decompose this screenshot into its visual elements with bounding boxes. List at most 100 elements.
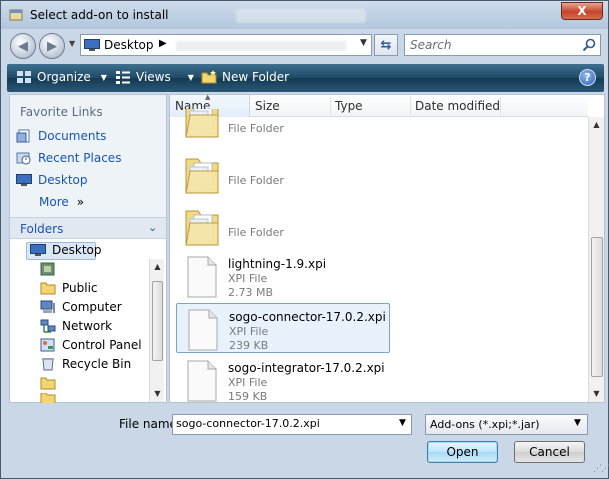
recycle-bin-icon: [42, 358, 54, 371]
back-button[interactable]: ◀: [10, 33, 36, 59]
file-list-item-selected[interactable]: sogo-connector-17.0.2.xpi XPI File 239 K…: [176, 303, 390, 353]
address-dropdown-icon[interactable]: ▼: [360, 38, 367, 48]
file-type-filter-select[interactable]: Add-ons (*.xpi;*.jar) ▼: [425, 414, 588, 435]
favorite-documents[interactable]: Documents: [16, 129, 106, 143]
file-list-scroll-thumb[interactable]: [591, 237, 603, 377]
favorite-documents-label: Documents: [38, 129, 107, 143]
folders-header[interactable]: Folders ⌄: [10, 217, 166, 239]
organize-icon: [17, 71, 31, 83]
file-list-item-folder[interactable]: File Folder: [176, 109, 390, 147]
breadcrumb-arrow-icon[interactable]: ▶: [159, 38, 167, 49]
scroll-down-arrow-icon[interactable]: ▼: [589, 386, 604, 400]
file-type: File Folder: [228, 122, 284, 135]
file-type: XPI File: [228, 376, 268, 389]
favorite-more-label: More: [39, 195, 69, 209]
file-name: sogo-integrator-17.0.2.xpi: [228, 361, 385, 375]
folders-scroll-thumb[interactable]: [152, 281, 163, 361]
file-size: 2.73 MB: [228, 286, 274, 299]
forward-arrow-icon: ▶: [47, 38, 57, 54]
address-location: Desktop: [104, 38, 154, 52]
column-divider: [410, 97, 411, 115]
favorite-links-title: Favorite Links: [20, 105, 103, 119]
tree-item-label: Recycle Bin: [62, 357, 132, 371]
desktop-icon: [16, 174, 32, 186]
views-button[interactable]: Views ▼: [115, 70, 194, 84]
filter-dropdown-icon: ▼: [574, 418, 581, 428]
open-button[interactable]: Open: [427, 441, 498, 463]
title-bar-ghost: [236, 9, 366, 23]
file-icon: [187, 256, 217, 298]
favorite-links-section: Favorite Links Documents Recent Places D…: [10, 95, 166, 217]
column-date-modified[interactable]: Date modified: [415, 99, 500, 113]
file-list-pane: ▲ Name Size Type Date modified File Fold…: [169, 93, 605, 405]
tree-item-control-panel[interactable]: Control Panel: [40, 338, 142, 352]
file-list-item-folder[interactable]: File Folder: [176, 149, 390, 199]
navigation-pane: Favorite Links Documents Recent Places D…: [9, 94, 167, 403]
app-icon: [9, 9, 23, 21]
file-list-scrollbar[interactable]: ▲ ▼: [588, 117, 604, 402]
scroll-up-arrow-icon[interactable]: ▲: [589, 117, 604, 131]
tree-item-user[interactable]: [40, 262, 62, 276]
file-type: File Folder: [228, 174, 284, 187]
organize-label: Organize: [37, 70, 91, 84]
column-divider: [500, 97, 501, 115]
favorite-recent-places[interactable]: Recent Places: [16, 151, 121, 165]
search-input[interactable]: Search: [404, 34, 601, 56]
file-list-item-folder[interactable]: File Folder: [176, 201, 390, 251]
file-type: XPI File: [228, 272, 268, 285]
file-name: sogo-connector-17.0.2.xpi: [229, 310, 386, 324]
tree-item-label: Control Panel: [62, 338, 142, 352]
tree-item-folder[interactable]: [40, 376, 62, 390]
file-name-dropdown-icon[interactable]: ▼: [399, 418, 406, 428]
favorite-desktop[interactable]: Desktop: [16, 173, 88, 187]
views-icon: [116, 71, 130, 84]
folder-icon: [40, 377, 56, 390]
folders-title: Folders: [20, 222, 64, 236]
file-name: lightning-1.9.xpi: [228, 257, 327, 271]
help-button[interactable]: ?: [579, 69, 596, 86]
new-folder-button[interactable]: New Folder: [201, 70, 289, 84]
tree-item-public[interactable]: Public: [40, 281, 98, 295]
scroll-up-arrow-icon[interactable]: ▲: [150, 259, 165, 273]
tree-item-recycle-bin[interactable]: Recycle Bin: [40, 357, 131, 371]
documents-icon: [16, 129, 30, 143]
resize-grip-icon[interactable]: ⋰⋰: [593, 464, 609, 474]
file-name-field[interactable]: ▼: [172, 414, 412, 435]
tree-item-label: Public: [62, 281, 98, 295]
address-bar[interactable]: Desktop ▶ ▼: [80, 34, 372, 56]
scroll-down-arrow-icon[interactable]: ▼: [150, 386, 165, 400]
control-panel-icon: [40, 338, 55, 352]
file-type: XPI File: [229, 325, 269, 338]
close-button[interactable]: X: [561, 2, 603, 20]
new-folder-label: New Folder: [222, 70, 290, 84]
folders-scrollbar[interactable]: ▲ ▼: [149, 259, 164, 402]
favorite-more[interactable]: More »: [39, 195, 84, 209]
window-title: Select add-on to install: [30, 8, 169, 22]
forward-button[interactable]: ▶: [39, 33, 65, 59]
file-icon: [188, 309, 218, 351]
more-chevron-icon: »: [76, 195, 85, 209]
address-ghost: [176, 41, 346, 51]
file-dialog-window: Select add-on to install X ◀ ▶ ▼ Desktop…: [0, 0, 609, 479]
desktop-icon: [84, 39, 100, 51]
file-size: 239 KB: [229, 339, 269, 352]
file-size: 159 KB: [228, 390, 268, 403]
refresh-button[interactable]: ⇆: [374, 34, 398, 56]
computer-icon: [40, 300, 55, 313]
search-icon[interactable]: [582, 38, 596, 52]
recent-places-icon: [16, 152, 31, 165]
tree-item-computer[interactable]: Computer: [40, 300, 122, 314]
tree-item-folder[interactable]: [40, 393, 62, 403]
folder-icon: [185, 210, 219, 246]
recent-pages-chevron-icon[interactable]: ▼: [69, 39, 75, 48]
organize-button[interactable]: Organize ▼: [16, 70, 107, 84]
file-type: File Folder: [228, 226, 284, 239]
title-bar[interactable]: Select add-on to install X: [1, 1, 608, 29]
tree-item-desktop[interactable]: Desktop: [30, 243, 102, 257]
file-list-item[interactable]: lightning-1.9.xpi XPI File 2.73 MB: [176, 251, 390, 301]
file-list-item[interactable]: sogo-integrator-17.0.2.xpi XPI File 159 …: [176, 355, 390, 405]
file-name-input[interactable]: [176, 417, 391, 430]
folder-icon: [185, 158, 219, 194]
tree-item-network[interactable]: Network: [40, 319, 112, 333]
cancel-button[interactable]: Cancel: [514, 441, 585, 463]
